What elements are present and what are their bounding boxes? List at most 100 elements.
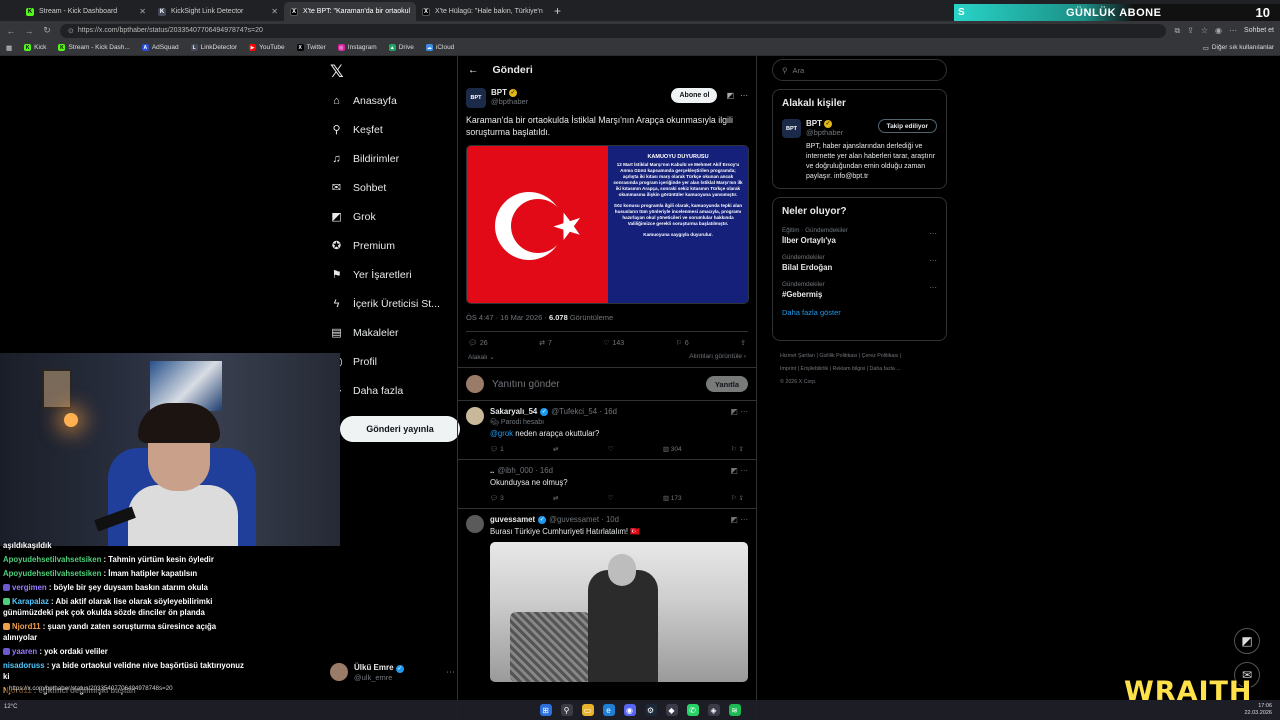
post-button[interactable]: Gönderi yayınla: [340, 416, 460, 442]
nav-grok[interactable]: ◩ Grok: [330, 210, 375, 224]
sort-relevant-dropdown[interactable]: Alakalı ⌄: [468, 353, 495, 361]
menu-icon[interactable]: ⋯: [1229, 26, 1237, 35]
reply-button[interactable]: 💬︎ 26: [468, 339, 488, 348]
footer-link[interactable]: Gizlilik Politikası: [819, 353, 857, 359]
file-explorer-icon[interactable]: ▭: [581, 704, 594, 716]
bookmark-drive[interactable]: ▲ Drive: [388, 44, 414, 51]
heart-icon[interactable]: ♡: [608, 494, 614, 502]
nav-premium[interactable]: ✪ Premium: [330, 239, 395, 253]
bookmark-adsquad[interactable]: A AdSquad: [141, 44, 179, 51]
reply-handle[interactable]: @ibh_000 · 16d: [497, 466, 553, 475]
close-icon[interactable]: ✕: [271, 7, 278, 16]
bookmark-instagram[interactable]: ◎ Instagram: [337, 44, 377, 51]
bookmark-twitter[interactable]: X Twitter: [296, 44, 326, 51]
reply-item[interactable]: Sakaryalı_54 ✓ @Tufekci_54 · 16d ◩ ⋯ 🎭︎ …: [458, 401, 756, 460]
avatar[interactable]: [466, 466, 484, 484]
profile-icon[interactable]: ◉: [1215, 26, 1222, 35]
chat-button[interactable]: Sohbet et: [1244, 27, 1274, 34]
author-name[interactable]: BPT ✓: [491, 88, 528, 97]
bookmark-icon[interactable]: ⚐ ⇪: [731, 445, 744, 453]
edge-icon[interactable]: e: [602, 704, 615, 716]
more-icon[interactable]: ⋯: [929, 283, 937, 292]
trend-item[interactable]: Gündemdekiler Bilal Erdoğan ⋯: [782, 254, 937, 272]
trend-item[interactable]: Eğitim · Gündemdekiler İlber Ortaylı'ya …: [782, 227, 937, 245]
weather-widget[interactable]: 12°C: [4, 704, 17, 710]
grok-icon[interactable]: ◩: [726, 91, 734, 100]
account-switcher[interactable]: Ülkü Emre ✓ @ulk_emre ⋯: [330, 660, 455, 684]
more-icon[interactable]: ⋯: [446, 667, 455, 678]
nav-more[interactable]: ⋯Daha fazla: [330, 384, 403, 398]
apps-icon[interactable]: ▦: [6, 44, 12, 52]
tab-kick-dashboard[interactable]: K Stream - Kick Dashboard ✕: [20, 2, 152, 21]
reply-button[interactable]: 💬︎ 3: [490, 494, 504, 502]
more-icon[interactable]: ◩ ⋯: [731, 407, 748, 416]
windows-start-icon[interactable]: ⊞: [539, 704, 552, 716]
bookmark-button[interactable]: ⚐ 6: [676, 339, 689, 348]
post-timestamp[interactable]: ÖS 4:47 · 16 Mar 2026 ·: [466, 313, 547, 322]
bpt-avatar[interactable]: BPT: [782, 119, 801, 138]
nav-bookmarks[interactable]: ⚑ Yer İşaretleri: [330, 268, 412, 282]
heart-icon[interactable]: ♡: [608, 445, 614, 453]
more-icon[interactable]: ⋯: [929, 256, 937, 265]
search-input[interactable]: ⚲ Ara: [772, 59, 947, 81]
system-clock[interactable]: 17:06 22.03.2026: [1244, 703, 1272, 717]
repost-icon[interactable]: ⇄: [553, 494, 558, 502]
more-icon[interactable]: ⋯: [740, 91, 748, 100]
reply-item[interactable]: .. @ibh_000 · 16d ◩ ⋯ Okunduysa ne olmuş…: [458, 460, 756, 509]
reload-icon[interactable]: ↻: [42, 25, 52, 36]
bpt-avatar[interactable]: BPT: [466, 88, 486, 108]
nav-messages[interactable]: ✉ Sohbet: [330, 181, 386, 195]
related-person[interactable]: BPT BPT ✓ @bpthaber Takip ediliyor: [782, 119, 937, 138]
grok-fab-icon[interactable]: ◩: [1234, 628, 1260, 654]
tab-hulagu-post[interactable]: X X'te Hülagü: "Hale bakın, Türkiye'n ✕: [416, 2, 548, 21]
avatar[interactable]: [466, 515, 484, 533]
reply-author-name[interactable]: ..: [490, 466, 494, 475]
bookmark-kick[interactable]: K Kick: [24, 44, 46, 51]
reply-input[interactable]: Yanıtını gönder: [492, 379, 560, 390]
repost-icon[interactable]: ⇄: [553, 445, 558, 453]
whatsapp-icon[interactable]: ✆: [686, 704, 699, 716]
app-icon[interactable]: ◈: [707, 704, 720, 716]
site-info-icon[interactable]: ⊙: [68, 27, 74, 35]
footer-link[interactable]: Hizmet Şartları: [780, 353, 815, 359]
steam-icon[interactable]: ⚙: [644, 704, 657, 716]
footer-link[interactable]: Imprint: [780, 366, 796, 372]
reply-button[interactable]: 💬︎ 1: [490, 445, 504, 453]
spotify-icon[interactable]: ≋: [728, 704, 741, 716]
mention-link[interactable]: @grok: [490, 429, 513, 438]
forward-icon[interactable]: →: [24, 26, 34, 36]
app-icon[interactable]: ◆: [665, 704, 678, 716]
back-icon[interactable]: ←: [6, 26, 16, 36]
bookmark-icloud[interactable]: ☁ iCloud: [425, 44, 454, 51]
bookmark-icon[interactable]: ⚐ ⇪: [731, 494, 744, 502]
view-quotes-link[interactable]: Alıntıları görüntüle ›: [689, 353, 746, 361]
views-button[interactable]: ▥ 304: [663, 445, 682, 453]
following-button[interactable]: Takip ediliyor: [877, 119, 937, 133]
reply-handle[interactable]: @Tufekci_54 · 16d: [551, 407, 617, 416]
bookmark-linkdetector[interactable]: L LinkDetector: [190, 44, 237, 51]
bookmark-youtube[interactable]: ▶ YouTube: [249, 44, 285, 51]
extensions-icon[interactable]: ⧉: [1174, 26, 1180, 36]
subscribe-button[interactable]: Abone ol: [671, 88, 718, 103]
footer-link[interactable]: Daha fazla ...: [870, 366, 901, 372]
more-icon[interactable]: ◩ ⋯: [731, 515, 748, 524]
nav-creator-studio[interactable]: ϟ İçerik Üreticisi St...: [330, 297, 440, 310]
reply-submit-button[interactable]: Yanıtla: [705, 376, 748, 392]
url-field[interactable]: ⊙ https://x.com/bpthaber/status/20335407…: [60, 23, 1167, 38]
back-arrow-icon[interactable]: ←: [468, 64, 479, 76]
tab-bpt-post[interactable]: X X'te BPT: "Karaman'da bir ortaokul ✕: [284, 2, 416, 21]
share-icon[interactable]: ⇪: [1187, 26, 1194, 35]
share-button[interactable]: ⇪: [740, 339, 746, 347]
author-handle[interactable]: @bpthaber: [491, 97, 528, 106]
views-button[interactable]: ▥ 173: [663, 494, 682, 502]
reply-author-name[interactable]: Sakaryalı_54: [490, 407, 537, 416]
footer-link[interactable]: Erişilebilirlik: [801, 366, 829, 372]
show-more-link[interactable]: Daha fazla göster: [782, 308, 937, 317]
avatar[interactable]: [466, 407, 484, 425]
tab-kicksight[interactable]: K KickSight Link Detector ✕: [152, 2, 284, 21]
like-button[interactable]: ♡ 143: [603, 339, 624, 348]
nav-explore[interactable]: ⚲ Keşfet: [330, 123, 382, 137]
nav-articles[interactable]: ▤ Makaleler: [330, 326, 398, 340]
star-icon[interactable]: ☆: [1201, 26, 1208, 35]
reply-handle[interactable]: @guvessamet · 10d: [549, 515, 619, 524]
